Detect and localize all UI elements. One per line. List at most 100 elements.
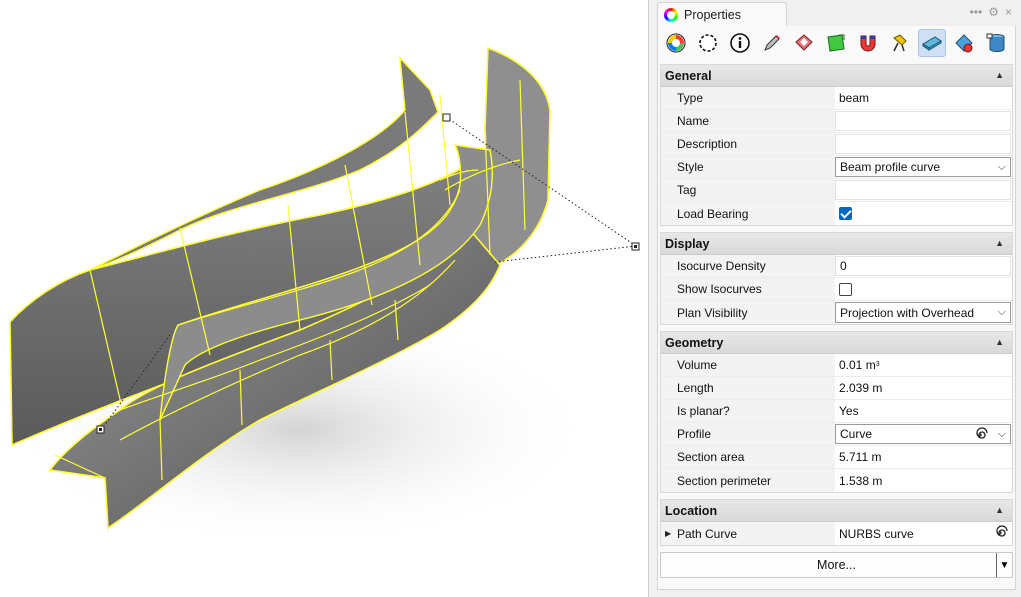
texture-mapping-button[interactable] <box>822 29 850 57</box>
profile-select[interactable]: Curve ⌵ <box>835 424 1011 444</box>
property-row-tag: Tag <box>661 179 1012 202</box>
expand-triangle-icon[interactable]: ▶ <box>665 529 671 538</box>
decal-button[interactable] <box>790 29 818 57</box>
gear-icon[interactable]: ⚙ <box>988 5 999 19</box>
property-label: Volume <box>661 354 835 376</box>
spiral-icon[interactable] <box>992 525 1008 541</box>
property-row-isocurve-density: Isocurve Density 0 <box>661 255 1012 278</box>
panel-tools: ••• ⚙ × <box>970 5 1012 19</box>
chevron-down-icon: ⌵ <box>997 306 1006 318</box>
load-bearing-checkbox[interactable] <box>839 207 852 220</box>
property-row-section-perimeter: Section perimeter 1.538 m <box>661 469 1012 492</box>
control-point-dot <box>634 245 637 248</box>
property-label: Style <box>661 156 835 178</box>
plan-visibility-select[interactable]: Projection with Overhead ⌵ <box>835 302 1011 323</box>
property-label: Load Bearing <box>661 202 835 225</box>
property-label[interactable]: ▶ Path Curve <box>661 522 835 545</box>
section-header-geometry[interactable]: Geometry ▲ <box>661 332 1012 354</box>
magnet-button[interactable] <box>854 29 882 57</box>
tag-field[interactable] <box>835 180 1011 200</box>
property-row-profile: Profile Curve ⌵ <box>661 423 1012 446</box>
property-row-plan-visibility: Plan Visibility Projection with Overhead… <box>661 301 1012 324</box>
property-row-style: Style Beam profile curve ⌵ <box>661 156 1012 179</box>
property-row-section-area: Section area 5.711 m <box>661 446 1012 469</box>
volume-number: 0.01 m <box>839 358 876 372</box>
texture-mapping-icon <box>827 34 845 52</box>
more-dropdown-arrow[interactable]: ▼ <box>996 553 1012 577</box>
isocurve-density-field[interactable]: 0 <box>835 256 1011 276</box>
control-point[interactable] <box>442 113 451 122</box>
light-button[interactable] <box>886 29 914 57</box>
beam-button[interactable] <box>918 29 946 57</box>
tab-properties[interactable]: Properties <box>657 2 787 26</box>
object-button[interactable] <box>694 29 722 57</box>
close-icon[interactable]: × <box>1005 5 1012 19</box>
collapse-icon[interactable]: ▲ <box>995 70 1004 80</box>
property-row-load-bearing: Load Bearing <box>661 202 1012 225</box>
material-button[interactable] <box>662 29 690 57</box>
properties-toolbar <box>657 26 1016 60</box>
section-header-general[interactable]: General ▲ <box>661 65 1012 87</box>
property-row-path-curve: ▶ Path Curve NURBS curve <box>661 522 1012 545</box>
section-header-display[interactable]: Display ▲ <box>661 233 1012 255</box>
decal-icon <box>795 34 813 51</box>
collapse-icon[interactable]: ▲ <box>995 337 1004 347</box>
property-label: Description <box>661 133 835 155</box>
section-title: Geometry <box>665 335 724 350</box>
section-display: Display ▲ Isocurve Density 0 Show Isocur… <box>660 232 1013 325</box>
property-row-length: Length 2.039 m <box>661 377 1012 400</box>
load-bearing-value <box>835 202 1012 225</box>
link-icon <box>955 34 973 53</box>
path-curve-label: Path Curve <box>677 526 738 541</box>
more-button[interactable]: More... ▼ <box>660 552 1013 578</box>
property-label: Name <box>661 110 835 132</box>
property-label: Tag <box>661 179 835 201</box>
property-label: Type <box>661 87 835 109</box>
show-isocurves-value <box>835 278 1012 300</box>
beam-icon <box>922 36 942 51</box>
info-icon <box>730 33 750 53</box>
property-row-description: Description <box>661 133 1012 156</box>
property-row-volume: Volume 0.01 m3 <box>661 354 1012 377</box>
name-field[interactable] <box>835 111 1011 131</box>
volume-value: 0.01 m3 <box>835 354 1012 376</box>
property-label: Isocurve Density <box>661 255 835 277</box>
info-button[interactable] <box>726 29 754 57</box>
more-options-icon[interactable]: ••• <box>970 5 983 19</box>
is-planar-value: Yes <box>835 400 1012 422</box>
viewport-3d[interactable] <box>0 0 648 597</box>
style-select[interactable]: Beam profile curve ⌵ <box>835 157 1011 177</box>
pencil-button[interactable] <box>758 29 786 57</box>
beam-model[interactable] <box>0 0 648 597</box>
chevron-down-icon: ⌵ <box>997 161 1006 173</box>
section-header-location[interactable]: Location ▲ <box>661 500 1012 522</box>
description-field[interactable] <box>835 134 1011 154</box>
properties-panel: Properties ••• ⚙ × General ▲ Type beam N… <box>648 0 1021 597</box>
plan-visibility-selected-value: Projection with Overhead <box>840 305 975 320</box>
section-title: Display <box>665 236 710 251</box>
section-title: General <box>665 68 712 83</box>
section-title: Location <box>665 503 718 518</box>
profile-selected-value: Curve <box>840 427 873 441</box>
color-wheel-icon <box>664 7 678 22</box>
link-button[interactable] <box>950 29 978 57</box>
database-button[interactable] <box>982 29 1010 57</box>
property-label: Profile <box>661 423 835 445</box>
section-general: General ▲ Type beam Name Description Sty… <box>660 64 1013 226</box>
spiral-icon[interactable] <box>972 427 988 443</box>
property-label: Section perimeter <box>661 469 835 492</box>
property-label: Show Isocurves <box>661 278 835 300</box>
show-isocurves-checkbox[interactable] <box>839 282 852 296</box>
section-area-value: 5.711 m <box>835 446 1012 468</box>
properties-content: General ▲ Type beam Name Description Sty… <box>657 60 1016 590</box>
collapse-icon[interactable]: ▲ <box>995 505 1004 515</box>
panel-tabbar: Properties ••• ⚙ × <box>649 0 1021 26</box>
property-label: Section area <box>661 446 835 468</box>
length-value: 2.039 m <box>835 377 1012 399</box>
property-label: Length <box>661 377 835 399</box>
style-selected-value: Beam profile curve <box>840 160 941 174</box>
collapse-icon[interactable]: ▲ <box>995 238 1004 248</box>
section-geometry: Geometry ▲ Volume 0.01 m3 Length 2.039 m… <box>660 331 1013 493</box>
database-icon <box>986 33 1005 52</box>
material-icon <box>666 33 686 53</box>
